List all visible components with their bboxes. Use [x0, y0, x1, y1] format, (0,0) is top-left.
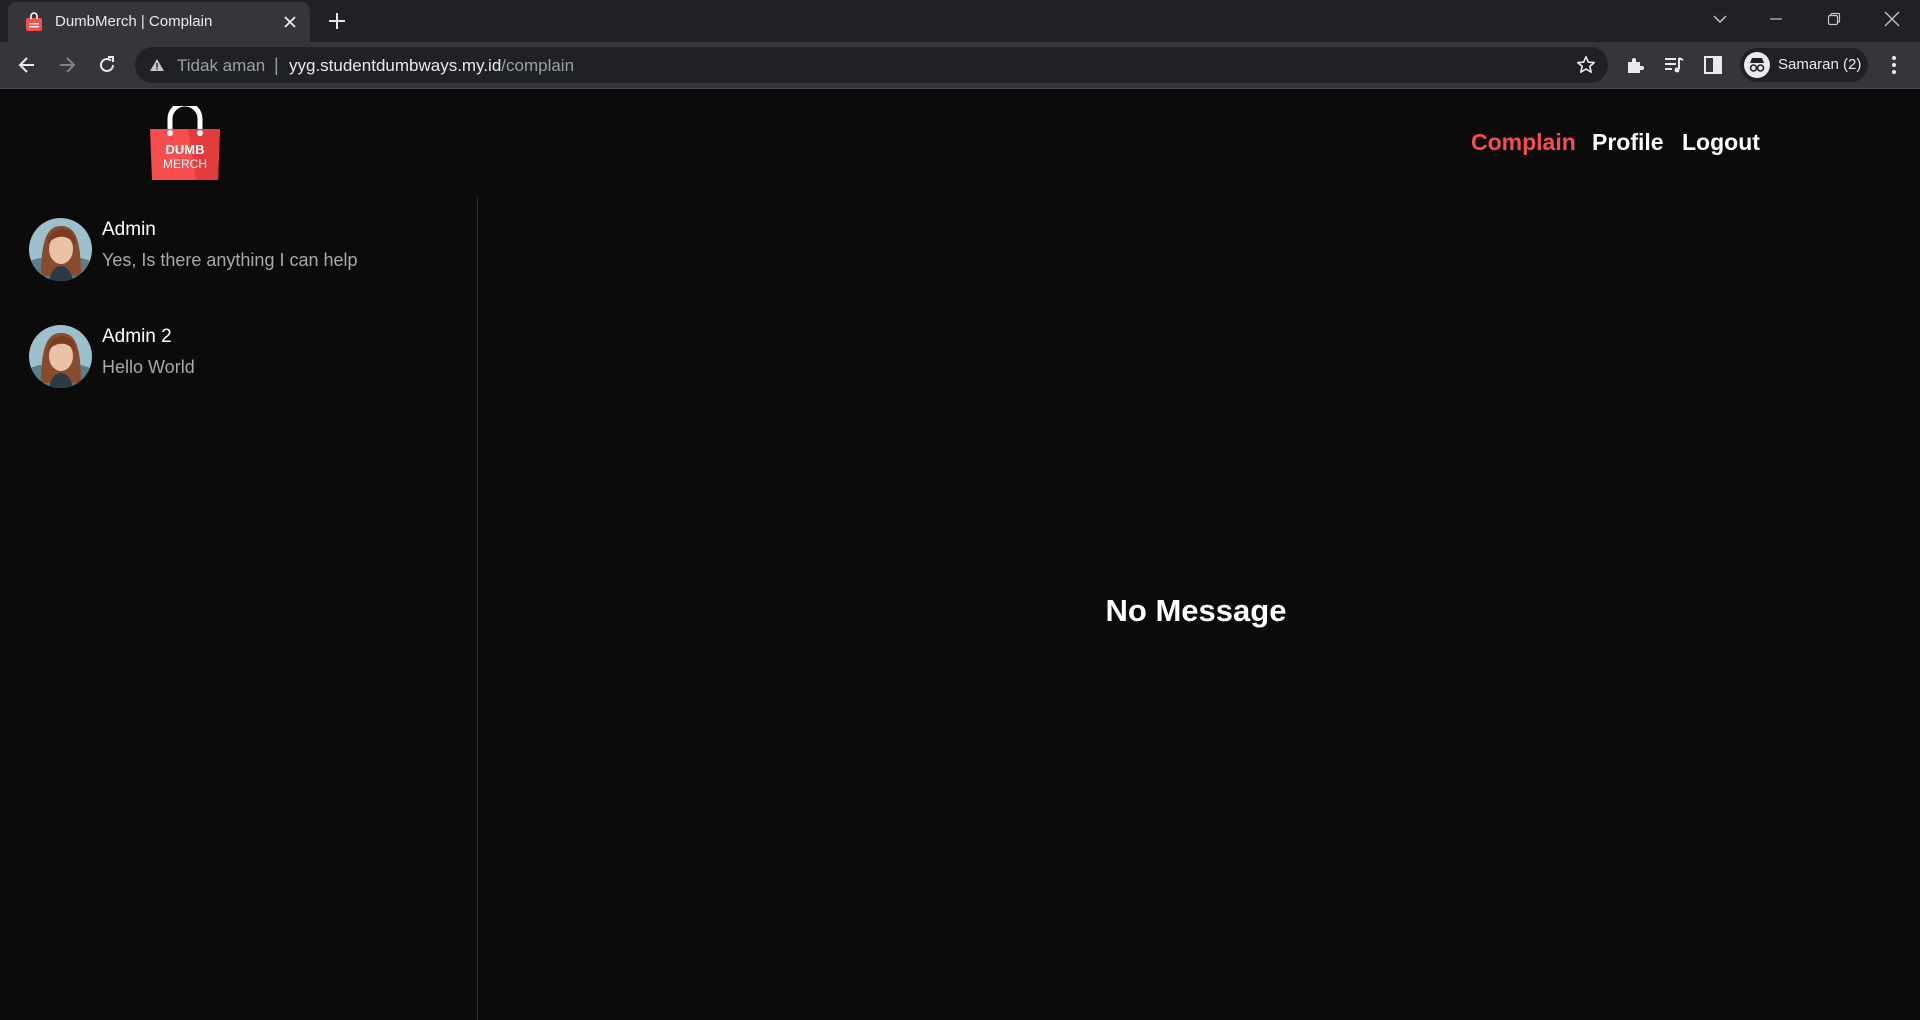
profile-chip[interactable]: Samaran (2)	[1740, 48, 1868, 82]
dumbmerch-favicon	[26, 12, 42, 31]
contact-item-admin[interactable]: Admin Yes, Is there anything I can help	[29, 218, 469, 282]
back-icon[interactable]	[13, 51, 41, 79]
security-label[interactable]: Tidak aman	[177, 56, 265, 76]
nav-complain-link[interactable]: Complain	[1471, 129, 1576, 156]
url-text[interactable]: yyg.studentdumbways.my.id/complain	[289, 56, 574, 76]
new-tab-icon[interactable]	[326, 10, 348, 32]
url-domain: yyg.studentdumbways.my.id	[289, 56, 502, 75]
warning-icon[interactable]	[149, 58, 165, 72]
contact-name: Admin	[102, 219, 156, 240]
omnibox-separator: |	[274, 55, 279, 75]
avatar	[29, 325, 92, 388]
contact-last-message: Yes, Is there anything I can help	[102, 250, 358, 270]
tab-title: DumbMerch | Complain	[55, 13, 213, 30]
nav-logout-link[interactable]: Logout	[1682, 129, 1760, 156]
profile-label: Samaran (2)	[1778, 56, 1862, 73]
extensions-icon[interactable]	[1623, 53, 1647, 77]
page: DUMB MERCH Complain Profile Logout Admin…	[0, 89, 1920, 1020]
browser-tab[interactable]: DumbMerch | Complain	[8, 2, 310, 42]
avatar	[29, 218, 92, 281]
browser-tab-strip: DumbMerch | Complain	[0, 0, 1920, 42]
tab-search-icon[interactable]	[1692, 0, 1748, 38]
contact-list: Admin Yes, Is there anything I can help …	[0, 197, 478, 1020]
logo-text-merch: MERCH	[163, 157, 207, 171]
url-path: /complain	[501, 56, 575, 75]
reload-icon[interactable]	[93, 51, 121, 79]
browser-toolbar: Tidak aman | yyg.studentdumbways.my.id/c…	[0, 42, 1920, 88]
chat-area: No Message	[479, 197, 1920, 1020]
restore-icon[interactable]	[1806, 0, 1862, 38]
forward-icon[interactable]	[53, 51, 81, 79]
contact-name: Admin 2	[102, 326, 172, 347]
minimize-icon[interactable]	[1748, 0, 1804, 38]
contact-item-admin-2[interactable]: Admin 2 Hello World	[29, 325, 469, 389]
logo-text-dumb: DUMB	[166, 142, 205, 157]
contact-last-message: Hello World	[102, 357, 195, 377]
address-bar[interactable]: Tidak aman | yyg.studentdumbways.my.id/c…	[135, 47, 1608, 83]
empty-chat-message: No Message	[1105, 593, 1287, 628]
nav-profile-link[interactable]: Profile	[1592, 129, 1664, 156]
window-close-icon[interactable]	[1864, 0, 1920, 38]
side-panel-icon[interactable]	[1701, 53, 1725, 77]
star-icon[interactable]	[1576, 55, 1596, 75]
tab-close-icon[interactable]	[280, 12, 300, 32]
dumbmerch-logo[interactable]: DUMB MERCH	[146, 106, 224, 180]
more-menu-icon[interactable]	[1882, 53, 1906, 77]
media-icon[interactable]	[1662, 53, 1686, 77]
incognito-icon	[1744, 52, 1770, 78]
